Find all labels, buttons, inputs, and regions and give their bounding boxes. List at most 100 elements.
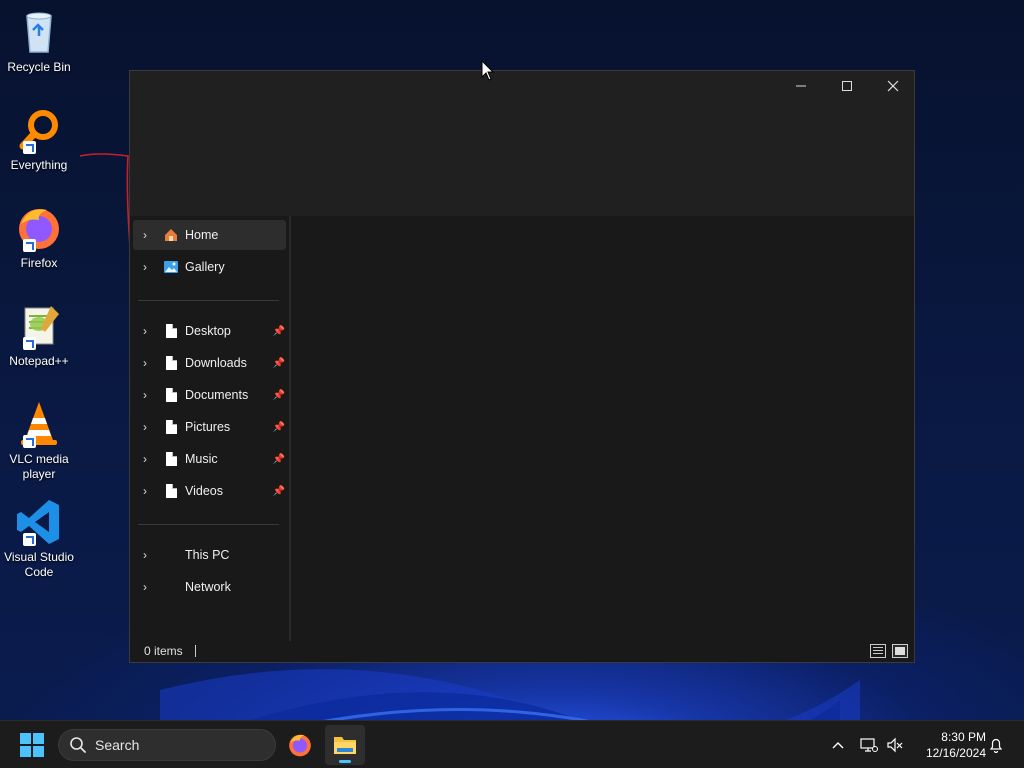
home-icon <box>162 226 180 244</box>
nav-divider <box>138 524 279 525</box>
shortcut-arrow-icon <box>23 239 36 252</box>
nav-item-downloads[interactable]: › Downloads 📌 <box>133 348 286 378</box>
status-divider <box>194 644 196 657</box>
chevron-right-icon[interactable]: › <box>133 548 157 562</box>
nav-label: Gallery <box>185 260 225 274</box>
nav-item-pictures[interactable]: › Pictures 📌 <box>133 412 286 442</box>
shortcut-arrow-icon <box>23 533 36 546</box>
active-indicator <box>339 760 351 763</box>
desktop-icon-vscode[interactable]: Visual Studio Code <box>4 498 74 580</box>
vscode-icon <box>15 498 63 546</box>
nav-item-music[interactable]: › Music 📌 <box>133 444 286 474</box>
network-icon <box>162 578 180 596</box>
file-explorer-window: › Home › Gallery › Desktop 📌 › Downloads… <box>129 70 915 663</box>
desktop-icon-recycle-bin[interactable]: Recycle Bin <box>4 8 74 75</box>
clock-date: 12/16/2024 <box>925 746 986 760</box>
nav-item-home[interactable]: › Home <box>133 220 286 250</box>
chevron-right-icon[interactable]: › <box>133 260 157 274</box>
minimize-icon <box>796 85 806 87</box>
taskbar-firefox[interactable] <box>280 725 320 765</box>
file-icon <box>162 386 180 404</box>
nav-label: This PC <box>185 548 230 562</box>
nav-label: Documents <box>185 388 249 402</box>
item-count: 0 items <box>144 643 183 658</box>
nav-item-network[interactable]: › Network <box>133 572 286 602</box>
windows-logo-icon <box>20 733 31 744</box>
desktop-icon-label: Everything <box>10 158 68 172</box>
view-toggle <box>870 644 908 658</box>
chevron-right-icon[interactable]: › <box>133 388 157 402</box>
desktop-icon-label: Notepad++ <box>9 354 69 368</box>
taskbar-search-box[interactable]: Search <box>58 729 276 761</box>
nav-item-desktop[interactable]: › Desktop 📌 <box>133 316 286 346</box>
nav-label: Pictures <box>185 420 231 434</box>
desktop-icon-vlc[interactable]: VLC media player <box>4 400 74 482</box>
mouse-cursor-icon <box>481 60 495 81</box>
large-icons-view-button[interactable] <box>892 644 908 658</box>
nav-item-gallery[interactable]: › Gallery <box>133 252 286 282</box>
status-bar: 0 items <box>130 639 914 662</box>
network-status-button[interactable] <box>859 735 879 755</box>
chevron-right-icon[interactable]: › <box>133 580 157 594</box>
pin-icon: 📌 <box>272 485 286 497</box>
file-icon <box>162 354 180 372</box>
navigation-pane[interactable]: › Home › Gallery › Desktop 📌 › Downloads… <box>130 216 290 641</box>
pin-icon: 📌 <box>272 389 286 401</box>
chevron-right-icon[interactable]: › <box>133 452 157 466</box>
bell-icon <box>989 738 1003 753</box>
desktop-icon-label: Recycle Bin <box>7 60 71 74</box>
nav-item-documents[interactable]: › Documents 📌 <box>133 380 286 410</box>
chevron-right-icon[interactable]: › <box>133 484 157 498</box>
nav-item-videos[interactable]: › Videos 📌 <box>133 476 286 506</box>
nav-item-this-pc[interactable]: › This PC <box>133 540 286 570</box>
gallery-icon <box>162 258 180 276</box>
desktop-icon-label: VLC media player <box>9 452 69 481</box>
start-button[interactable] <box>20 733 44 757</box>
chevron-right-icon[interactable]: › <box>133 228 157 242</box>
this-pc-icon <box>162 546 180 564</box>
file-icon <box>162 450 180 468</box>
vlc-icon <box>15 400 63 448</box>
shortcut-arrow-icon <box>23 337 36 350</box>
close-button[interactable] <box>870 71 916 101</box>
desktop-icon-notepadpp[interactable]: Notepad++ <box>4 302 74 369</box>
maximize-icon <box>842 81 852 91</box>
pin-icon: 📌 <box>272 453 286 465</box>
network-disconnected-icon <box>860 738 878 752</box>
details-view-button[interactable] <box>870 644 886 658</box>
file-icon <box>162 322 180 340</box>
speaker-muted-icon <box>887 737 903 753</box>
recycle-bin-icon <box>15 8 63 56</box>
notifications-button[interactable] <box>986 735 1006 755</box>
minimize-button[interactable] <box>778 71 824 101</box>
nav-divider <box>138 300 279 301</box>
chevron-right-icon[interactable]: › <box>133 420 157 434</box>
chevron-up-icon <box>832 742 844 749</box>
shortcut-arrow-icon <box>23 141 36 154</box>
chevron-right-icon[interactable]: › <box>133 356 157 370</box>
desktop-icon-everything[interactable]: Everything <box>4 106 74 173</box>
desktop-icon-firefox[interactable]: Firefox <box>4 204 74 271</box>
pin-icon: 📌 <box>272 325 286 337</box>
taskbar-file-explorer[interactable] <box>325 725 365 765</box>
file-icon <box>162 482 180 500</box>
everything-icon <box>15 106 63 154</box>
maximize-button[interactable] <box>824 71 870 101</box>
taskbar: Search 8:30 PM 12/16/2024 <box>0 720 1024 768</box>
search-placeholder: Search <box>95 737 140 753</box>
nav-label: Network <box>185 580 231 594</box>
taskbar-clock[interactable]: 8:30 PM 12/16/2024 <box>914 729 986 761</box>
nav-label: Desktop <box>185 324 231 338</box>
firefox-icon <box>289 734 311 757</box>
nav-label: Downloads <box>185 356 247 370</box>
nav-label: Home <box>185 228 219 242</box>
title-bar[interactable] <box>130 71 914 216</box>
content-area[interactable] <box>291 216 914 641</box>
file-icon <box>162 418 180 436</box>
volume-button[interactable] <box>885 735 905 755</box>
chevron-right-icon[interactable]: › <box>133 324 157 338</box>
nav-label: Music <box>185 452 218 466</box>
clock-time: 8:30 PM <box>941 730 986 744</box>
pin-icon: 📌 <box>272 421 286 433</box>
show-hidden-icons-button[interactable] <box>828 735 848 755</box>
